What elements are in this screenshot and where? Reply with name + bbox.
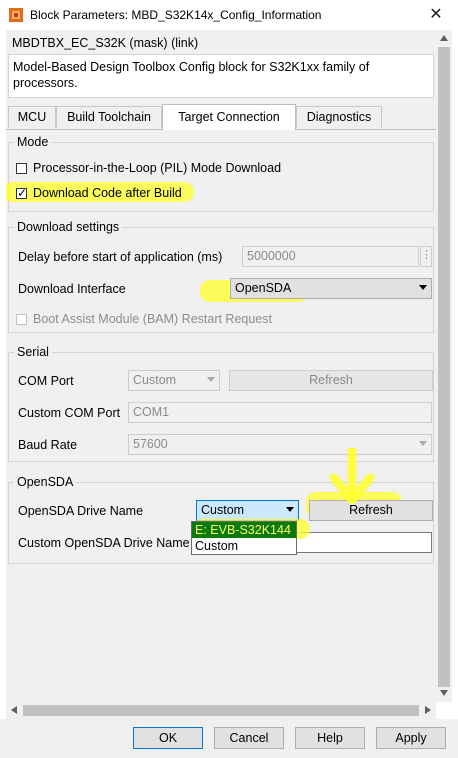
help-button[interactable]: Help [295,727,365,749]
dialog-content: MBDTBX_EC_S32K (mask) (link) Model-Based… [6,30,436,702]
download-settings-title: Download settings [14,220,123,234]
ok-button[interactable]: OK [133,727,203,749]
opensda-drive-label: OpenSDA Drive Name [18,504,144,518]
scroll-down-icon[interactable] [440,690,448,696]
horizontal-scrollbar[interactable] [6,702,436,719]
block-description: Model-Based Design Toolbox Config block … [13,60,370,90]
opensda-drive-dropdown: E: EVB-S32K144 Custom [191,521,297,555]
vertical-scroll-thumb[interactable] [438,47,450,687]
delay-more-button[interactable]: ⋮ [420,246,432,267]
delay-label: Delay before start of application (ms) [18,250,223,264]
title-bar: Block Parameters: MBD_S32K14x_Config_Inf… [0,0,458,30]
chevron-down-icon [207,377,215,382]
block-type-label: MBDTBX_EC_S32K (mask) (link) [12,36,199,50]
dialog-button-bar: OK Cancel Help Apply [0,719,458,758]
window-title: Block Parameters: MBD_S32K14x_Config_Inf… [30,8,322,22]
mode-group-title: Mode [14,135,52,149]
download-code-checkbox[interactable] [16,185,27,201]
horizontal-scroll-thumb[interactable] [23,705,419,716]
scroll-left-icon[interactable] [11,706,17,714]
tab-mcu[interactable]: MCU [8,106,56,128]
pil-checkbox[interactable] [16,163,27,174]
baud-rate-value: 57600 [133,437,168,451]
tab-target-connection[interactable]: Target Connection [162,104,296,130]
custom-com-port-label: Custom COM Port [18,406,121,420]
download-interface-select[interactable]: OpenSDA [230,278,432,299]
opensda-group-title: OpenSDA [14,475,77,489]
opensda-drive-select[interactable]: Custom [196,500,299,521]
baud-rate-label: Baud Rate [18,438,78,452]
com-port-select[interactable]: Custom [128,370,220,391]
target-connection-panel: Mode Processor-in-the-Loop (PIL) Mode Do… [6,129,436,702]
serial-group-title: Serial [14,345,52,359]
tab-diagnostics[interactable]: Diagnostics [296,106,382,128]
simulink-block-icon [9,8,23,22]
custom-com-port-input[interactable]: COM1 [128,402,432,423]
download-code-label: Download Code after Build [33,186,182,200]
bam-label: Boot Assist Module (BAM) Restart Request [33,312,272,326]
com-port-value: Custom [133,373,177,387]
chevron-down-icon [419,441,427,446]
annotation-arrow-icon [329,448,375,505]
opensda-drive-value: Custom [201,503,245,517]
apply-button[interactable]: Apply [376,727,446,749]
custom-opensda-drive-label: Custom OpenSDA Drive Name [18,536,190,550]
download-interface-value: OpenSDA [235,281,292,295]
vertical-scrollbar[interactable] [436,30,452,702]
dropdown-option-custom[interactable]: Custom [192,538,296,554]
download-interface-label: Download Interface [18,282,126,296]
com-port-label: COM Port [18,374,74,388]
chevron-down-icon [286,507,294,512]
description-box: Model-Based Design Toolbox Config block … [8,54,434,98]
bam-checkbox[interactable] [16,314,27,325]
tab-build-toolchain[interactable]: Build Toolchain [56,106,162,128]
close-button[interactable]: ✕ [424,4,448,26]
scroll-up-icon[interactable] [440,35,448,41]
baud-rate-select[interactable]: 57600 [128,434,432,455]
scroll-right-icon[interactable] [425,706,431,714]
pil-label: Processor-in-the-Loop (PIL) Mode Downloa… [33,161,282,175]
dropdown-option-evb[interactable]: E: EVB-S32K144 [192,522,296,538]
com-refresh-button[interactable]: Refresh [229,370,433,391]
cancel-button[interactable]: Cancel [214,727,284,749]
chevron-down-icon [419,285,427,290]
delay-input[interactable]: 5000000 [242,246,419,267]
